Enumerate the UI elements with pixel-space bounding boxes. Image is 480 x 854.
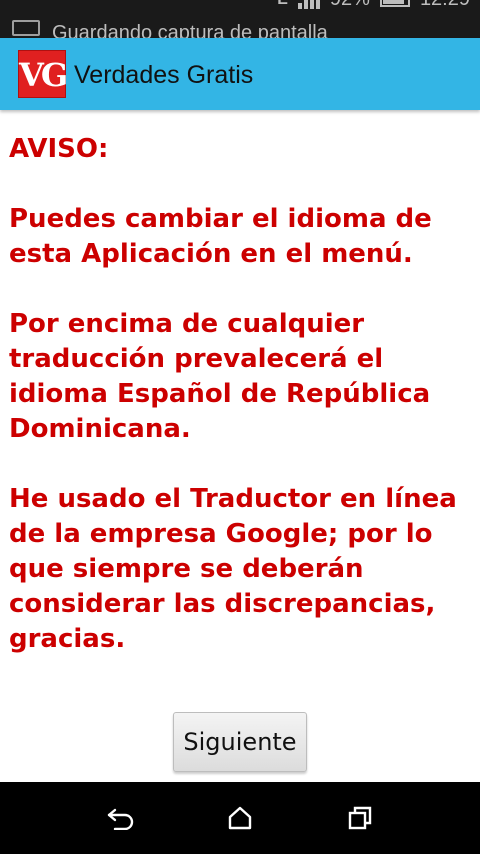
navigation-bar <box>0 782 480 854</box>
app-title: Verdades Gratis <box>74 61 254 89</box>
battery-icon <box>379 0 410 7</box>
app-logo: VG <box>18 50 68 98</box>
action-bar: VG Verdades Gratis <box>0 38 480 110</box>
clock: 12:29 <box>420 0 470 11</box>
network-type: E <box>277 0 288 9</box>
status-indicators: E 92% 12:29 <box>277 0 470 11</box>
signal-icon <box>297 0 320 9</box>
home-icon[interactable] <box>220 798 260 838</box>
notice-content: AVISO: Puedes cambiar el idioma de esta … <box>9 132 477 657</box>
next-button[interactable]: Siguiente <box>173 712 307 772</box>
recent-apps-icon[interactable] <box>340 798 380 838</box>
screenshot-notification-icon <box>12 20 40 36</box>
battery-percent: 92% <box>330 0 370 11</box>
notification-text: Guardando captura de pantalla <box>52 22 328 38</box>
notice-heading: AVISO: <box>9 134 109 164</box>
notice-paragraph-precedence: Por encima de cualquier traducción preva… <box>9 309 431 444</box>
notice-paragraph-language: Puedes cambiar el idioma de esta Aplicac… <box>9 204 432 269</box>
back-icon[interactable] <box>100 798 140 838</box>
status-bar: Guardando captura de pantalla E 92% 12:2… <box>0 0 480 38</box>
notice-paragraph-translator: He usado el Traductor en línea de la emp… <box>9 484 457 654</box>
